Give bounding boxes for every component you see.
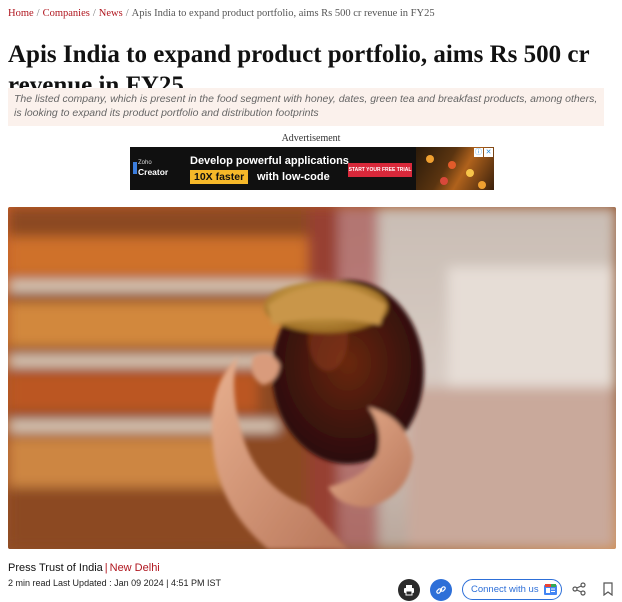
article-summary-box: The listed company, which is present in … (8, 88, 604, 126)
ad-close-icon[interactable]: ✕ (484, 148, 493, 157)
article-image (8, 207, 616, 549)
advertisement-banner[interactable]: Zoho Creator Develop powerful applicatio… (130, 147, 494, 190)
ad-headline-1: Develop powerful applications (190, 155, 349, 167)
article-meta: 2 min read Last Updated : Jan 09 2024 | … (8, 578, 221, 588)
link-icon (436, 586, 446, 594)
zoho-creator-logo: Zoho Creator (133, 160, 178, 178)
dateline-location: New Delhi (109, 562, 160, 574)
last-updated: Last Updated : Jan 09 2024 | 4:51 PM IST (53, 578, 221, 588)
ad-info-icon[interactable]: ⓘ (474, 148, 483, 157)
breadcrumb-current: Apis India to expand product portfolio, … (131, 8, 435, 19)
honey-jar-photo (8, 207, 616, 549)
printer-icon (404, 585, 414, 596)
ad-cta-button[interactable]: START YOUR FREE TRIAL (348, 163, 412, 177)
connect-google-news-button[interactable]: Connect with us (462, 579, 562, 600)
read-time: 2 min read (8, 578, 51, 588)
breadcrumb: Home / Companies / News / Apis India to expand… (8, 8, 435, 19)
article-summary: The listed company, which is present in … (14, 93, 598, 119)
share-icon[interactable] (572, 582, 586, 596)
breadcrumb-home[interactable]: Home (8, 8, 34, 19)
copy-link-button[interactable] (430, 579, 452, 601)
ad-headline-2: with low-code (257, 171, 330, 183)
ad-brand: Creator (138, 167, 169, 177)
print-button[interactable] (398, 579, 420, 601)
byline: Press Trust of India | New Delhi (8, 562, 160, 574)
bookmark-icon[interactable] (602, 582, 614, 596)
logo-mark-icon (133, 162, 137, 174)
breadcrumb-companies[interactable]: Companies (43, 8, 90, 19)
ad-highlight: 10X faster (190, 170, 249, 184)
ad-choices[interactable]: ⓘ ✕ (474, 148, 493, 157)
google-news-icon (543, 584, 557, 595)
author-name[interactable]: Press Trust of India (8, 562, 103, 574)
breadcrumb-news[interactable]: News (99, 8, 123, 19)
advertisement-label: Advertisement (281, 133, 341, 144)
connect-label: Connect with us (471, 584, 539, 595)
ad-brand-small: Zoho (138, 160, 152, 166)
